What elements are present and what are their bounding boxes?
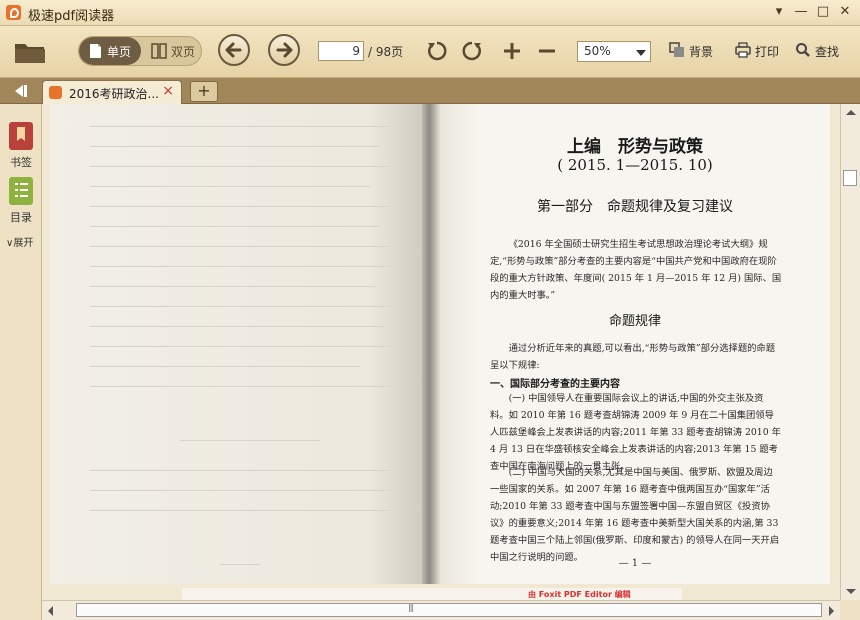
zoom-out-icon[interactable]	[536, 40, 558, 62]
horizontal-scroll-thumb[interactable]	[76, 603, 822, 617]
arrow-right-icon	[276, 42, 293, 58]
print-label: 打印	[755, 45, 780, 59]
left-page-bleedthrough	[50, 104, 426, 584]
page-number-input[interactable]: 9	[318, 41, 364, 61]
previous-page-button[interactable]	[218, 34, 250, 66]
horizontal-scrollbar[interactable]: |||	[42, 600, 840, 620]
find-label: 查找	[815, 45, 840, 59]
sidebar-item-toc[interactable]: 目录	[4, 177, 38, 227]
background-label: 背景	[689, 45, 714, 59]
open-folder-icon[interactable]	[14, 40, 45, 63]
close-button[interactable]: ✕	[836, 4, 854, 20]
single-page-icon	[90, 44, 101, 58]
page-gutter	[422, 104, 440, 584]
printer-icon	[735, 42, 751, 58]
pdf-logo-icon	[49, 86, 62, 99]
next-page-edge: 由 Foxit PDF Editor 编辑	[182, 588, 682, 600]
minimize-button[interactable]: —	[792, 4, 810, 20]
subsection-title: 命题规律	[608, 314, 661, 329]
zoom-value: 50%	[584, 44, 611, 58]
section-title: 第一部分 命题规律及复习建议	[537, 199, 733, 215]
date-range: ( 2015. 1—2015. 10)	[557, 156, 713, 174]
maximize-button[interactable]: □	[814, 4, 832, 20]
document-tab-label: 2016考研政治...	[69, 87, 159, 101]
single-page-button[interactable]: 单页	[79, 37, 141, 65]
title-bar: 极速pdf阅读器 ▾ — □ ✕	[0, 0, 860, 26]
app-logo-icon	[6, 5, 21, 20]
next-page-button[interactable]	[268, 34, 300, 66]
expand-label: 展开	[13, 238, 34, 249]
single-page-label: 单页	[107, 45, 132, 59]
item-one-paragraph: (一) 中国领导人在重要国际会议上的讲话,中国的外交主张及资料。如 2010 年…	[490, 393, 781, 472]
background-icon	[669, 42, 684, 57]
view-mode-toggle: 单页 双页	[78, 36, 202, 66]
zoom-select[interactable]: 50%	[577, 41, 651, 62]
arrow-left-icon	[225, 42, 242, 58]
right-page: 上编 形势与政策 ( 2015. 1—2015. 10) 第一部分 命题规律及复…	[440, 104, 830, 584]
sidebar-item-bookmark[interactable]: 书签	[4, 122, 38, 172]
grip-icon: |||	[408, 603, 414, 612]
double-page-button[interactable]: 双页	[143, 37, 201, 65]
vertical-scroll-thumb[interactable]	[843, 170, 857, 186]
vertical-scrollbar[interactable]	[840, 104, 860, 600]
tab-bar: 2016考研政治... × +	[0, 78, 860, 104]
toc-label: 目录	[10, 211, 32, 224]
heading-international: 一、国际部分考查的主要内容	[490, 379, 620, 390]
close-tab-icon[interactable]: ×	[162, 83, 174, 99]
chevron-down-icon	[636, 50, 646, 56]
collapse-sidebar-button[interactable]	[4, 81, 36, 101]
scroll-up-icon[interactable]	[846, 110, 856, 115]
scroll-left-icon[interactable]	[48, 606, 53, 616]
toolbar: 单页 双页 9 / 98页 50% 背景 打印 查找	[0, 26, 860, 78]
page-spread: 上编 形势与政策 ( 2015. 1—2015. 10) 第一部分 命题规律及复…	[50, 104, 830, 584]
scroll-right-icon[interactable]	[829, 606, 834, 616]
page-total: / 98页	[368, 45, 404, 59]
bookmark-icon	[9, 122, 33, 150]
page-number: — 1 —	[618, 558, 652, 569]
part-title: 上编 形势与政策	[567, 137, 703, 157]
scrollbar-corner	[840, 600, 860, 620]
sidebar-expand[interactable]: ∨展开	[6, 234, 33, 249]
new-tab-button[interactable]: +	[190, 81, 218, 102]
double-page-label: 双页	[171, 45, 196, 59]
item-two-paragraph: (二) 中国与大国的关系,尤其是中国与美国、俄罗斯、欧盟及周边一些国家的关系。如…	[490, 467, 780, 563]
table-of-contents-icon	[9, 177, 33, 205]
bookmark-label: 书签	[10, 156, 32, 169]
watermark: 由 Foxit PDF Editor 编辑	[528, 590, 631, 599]
scroll-down-icon[interactable]	[846, 589, 856, 594]
zoom-in-icon[interactable]	[501, 40, 523, 62]
rotate-left-icon[interactable]	[426, 40, 448, 62]
collapse-left-icon	[15, 85, 27, 97]
document-tab[interactable]: 2016考研政治... ×	[42, 80, 182, 104]
document-viewer[interactable]: 上编 形势与政策 ( 2015. 1—2015. 10) 第一部分 命题规律及复…	[42, 104, 840, 600]
app-title: 极速pdf阅读器	[28, 9, 115, 24]
rotate-right-icon[interactable]	[461, 40, 483, 62]
menu-dropdown-icon[interactable]: ▾	[770, 4, 788, 20]
analysis-paragraph: 通过分析近年来的真题,可以看出,“形势与政策”部分选择题的命题呈以下规律:	[490, 343, 776, 371]
intro-paragraph: 《2016 年全国硕士研究生招生考试思想政治理论考试大纲》规定,“形势与政策”部…	[490, 239, 782, 301]
search-icon	[796, 43, 810, 57]
double-page-icon	[151, 43, 167, 59]
sidebar: 书签 目录 ∨展开	[0, 104, 42, 620]
